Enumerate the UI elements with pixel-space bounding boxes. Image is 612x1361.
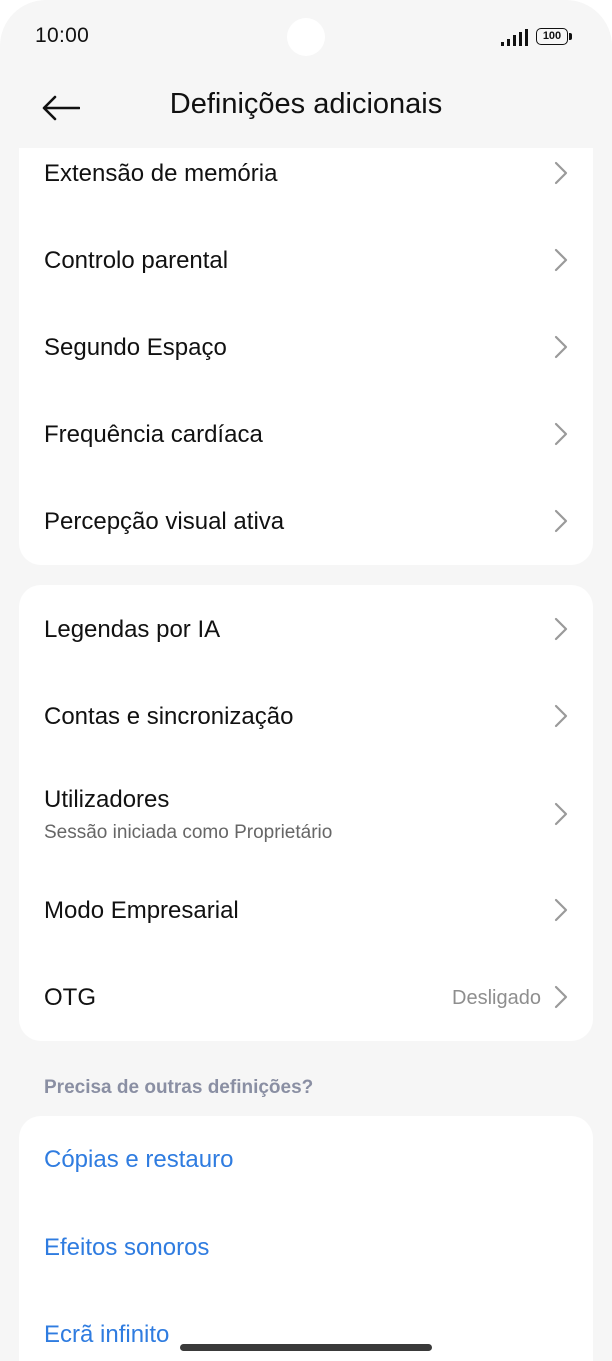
signal-icon <box>501 29 528 46</box>
status-bar: 10:00 100 <box>0 0 612 76</box>
chevron-right-icon <box>554 248 568 272</box>
row-users[interactable]: Utilizadores Sessão iniciada como Propri… <box>19 760 593 866</box>
row-label: Extensão de memória <box>44 160 278 187</box>
row-active-visual-perception[interactable]: Percepção visual ativa <box>19 477 593 565</box>
row-accounts-sync[interactable]: Contas e sincronização <box>19 673 593 760</box>
phone-screen: 10:00 100 Definições adicionais Extensão… <box>0 0 612 1361</box>
battery-level: 100 <box>542 30 562 42</box>
front-camera <box>287 18 325 56</box>
chevron-right-icon <box>554 161 568 185</box>
link-label: Ecrã infinito <box>44 1321 170 1348</box>
page-title: Definições adicionais <box>169 88 443 120</box>
row-subtitle: Sessão iniciada como Proprietário <box>44 822 333 843</box>
chevron-right-icon <box>554 802 568 826</box>
row-label: Segundo Espaço <box>44 334 227 361</box>
row-memory-extension[interactable]: Extensão de memória <box>19 148 593 216</box>
row-ai-captions[interactable]: Legendas por IA <box>19 585 593 673</box>
home-indicator[interactable] <box>180 1344 432 1351</box>
chevron-right-icon <box>554 422 568 446</box>
link-label: Cópias e restauro <box>44 1146 234 1173</box>
chevron-right-icon <box>554 704 568 728</box>
chevron-right-icon <box>554 985 568 1009</box>
link-sound-effects[interactable]: Efeitos sonoros <box>19 1204 593 1291</box>
row-second-space[interactable]: Segundo Espaço <box>19 303 593 390</box>
row-enterprise-mode[interactable]: Modo Empresarial <box>19 866 593 953</box>
row-heart-rate[interactable]: Frequência cardíaca <box>19 390 593 477</box>
chevron-right-icon <box>554 335 568 359</box>
settings-card-1: Extensão de memória Controlo parental Se… <box>19 148 593 565</box>
row-label: Percepção visual ativa <box>44 508 285 535</box>
status-time: 10:00 <box>35 24 90 47</box>
row-label: Legendas por IA <box>44 616 221 643</box>
row-label: Modo Empresarial <box>44 897 239 924</box>
battery-tip <box>569 33 572 40</box>
chevron-right-icon <box>554 617 568 641</box>
row-parental-control[interactable]: Controlo parental <box>19 216 593 303</box>
chevron-right-icon <box>554 898 568 922</box>
row-value: Desligado <box>452 987 541 1009</box>
row-label: OTG <box>44 984 96 1011</box>
row-label: Controlo parental <box>44 247 229 274</box>
suggestions-card: Cópias e restauro Efeitos sonoros Ecrã i… <box>19 1116 593 1361</box>
section-title: Precisa de outras definições? <box>44 1077 314 1098</box>
chevron-right-icon <box>554 509 568 533</box>
settings-card-2: Legendas por IA Contas e sincronização U… <box>19 585 593 1041</box>
row-label: Frequência cardíaca <box>44 421 263 448</box>
link-label: Efeitos sonoros <box>44 1234 210 1261</box>
row-label: Utilizadores <box>44 786 170 813</box>
row-otg[interactable]: OTG Desligado <box>19 953 593 1041</box>
row-label: Contas e sincronização <box>44 703 294 730</box>
battery-icon: 100 <box>536 28 568 45</box>
link-backup-restore[interactable]: Cópias e restauro <box>19 1116 593 1204</box>
app-header: Definições adicionais <box>0 76 612 148</box>
